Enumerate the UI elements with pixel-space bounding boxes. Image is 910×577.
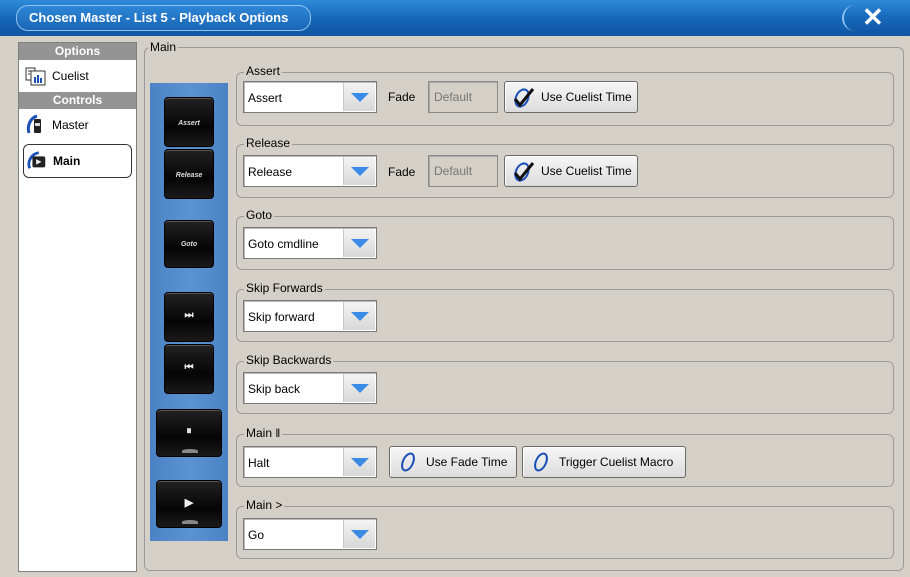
pause-icon: ⏸	[186, 425, 192, 437]
main-pause-legend: Main ‖	[244, 426, 283, 440]
title-bar: Chosen Master - List 5 - Playback Option…	[0, 0, 910, 36]
check-toggle-icon	[513, 88, 535, 108]
release-legend: Release	[244, 136, 293, 150]
release-fade-label: Fade	[388, 165, 416, 179]
chevron-down-icon[interactable]	[343, 520, 375, 548]
chevron-down-icon[interactable]	[343, 302, 375, 330]
chevron-down-icon[interactable]	[343, 374, 375, 402]
main-legend: Main	[148, 40, 179, 54]
skip-back-icon: ⏮	[184, 362, 194, 373]
toggle-off-icon	[534, 452, 548, 472]
main-go-legend: Main >	[244, 498, 285, 512]
sidebar-item-label: Cuelist	[52, 69, 89, 83]
play-icon: ▶	[184, 497, 194, 509]
toggle-off-icon	[401, 452, 415, 472]
skip-forward-icon: ⏭	[184, 310, 194, 321]
goto-legend: Goto	[244, 208, 275, 222]
trigger-cuelist-macro-button[interactable]: Trigger Cuelist Macro	[522, 446, 686, 478]
check-toggle-icon	[513, 162, 535, 182]
chevron-down-icon[interactable]	[343, 157, 375, 185]
hardware-button-panel: Assert Release Goto ⏭ ⏮ ⏸ ▶	[150, 83, 228, 541]
sidebar-item-label: Main	[53, 154, 81, 168]
chevron-down-icon[interactable]	[343, 83, 375, 111]
release-fade-field[interactable]: Default	[428, 155, 498, 187]
close-icon[interactable]: ✕	[862, 3, 884, 31]
options-header: Options	[19, 43, 136, 60]
pause-hw-button[interactable]: ⏸	[156, 409, 222, 457]
close-button-area[interactable]: ✕	[842, 3, 900, 31]
skip-back-hw-button[interactable]: ⏮	[164, 344, 214, 394]
sidebar: Options Cuelist Controls Master Main	[18, 42, 137, 572]
chevron-down-icon[interactable]	[343, 229, 375, 257]
sidebar-item-label: Master	[52, 118, 89, 132]
goto-hw-button[interactable]: Goto	[164, 220, 214, 268]
skip-forward-dropdown[interactable]: Skip forward	[243, 300, 377, 332]
cuelist-icon	[25, 65, 47, 87]
skip-backwards-legend: Skip Backwards	[244, 353, 334, 367]
assert-hw-button[interactable]: Assert	[164, 97, 214, 147]
skip-forwards-legend: Skip Forwards	[244, 281, 325, 295]
assert-dropdown[interactable]: Assert	[243, 81, 377, 113]
sidebar-item-master[interactable]: Master	[19, 109, 136, 141]
skip-back-dropdown[interactable]: Skip back	[243, 372, 377, 404]
skip-forward-hw-button[interactable]: ⏭	[164, 292, 214, 342]
use-fade-time-button[interactable]: Use Fade Time	[389, 446, 517, 478]
assert-legend: Assert	[244, 64, 283, 78]
play-hw-button[interactable]: ▶	[156, 480, 222, 528]
chevron-down-icon[interactable]	[343, 448, 375, 476]
assert-fade-label: Fade	[388, 90, 416, 104]
window-title: Chosen Master - List 5 - Playback Option…	[16, 5, 312, 31]
sidebar-item-cuelist[interactable]: Cuelist	[19, 60, 136, 92]
release-use-cuelist-time-button[interactable]: Use Cuelist Time	[504, 155, 638, 187]
controls-header: Controls	[19, 92, 136, 109]
master-fader-icon	[25, 114, 47, 136]
assert-use-cuelist-time-button[interactable]: Use Cuelist Time	[504, 81, 638, 113]
sidebar-item-main[interactable]: Main	[23, 144, 132, 178]
release-hw-button[interactable]: Release	[164, 149, 214, 199]
release-dropdown[interactable]: Release	[243, 155, 377, 187]
main-pause-dropdown[interactable]: Halt	[243, 446, 377, 478]
main-playback-icon	[26, 150, 48, 172]
goto-dropdown[interactable]: Goto cmdline	[243, 227, 377, 259]
assert-fade-field[interactable]: Default	[428, 81, 498, 113]
main-go-dropdown[interactable]: Go	[243, 518, 377, 550]
